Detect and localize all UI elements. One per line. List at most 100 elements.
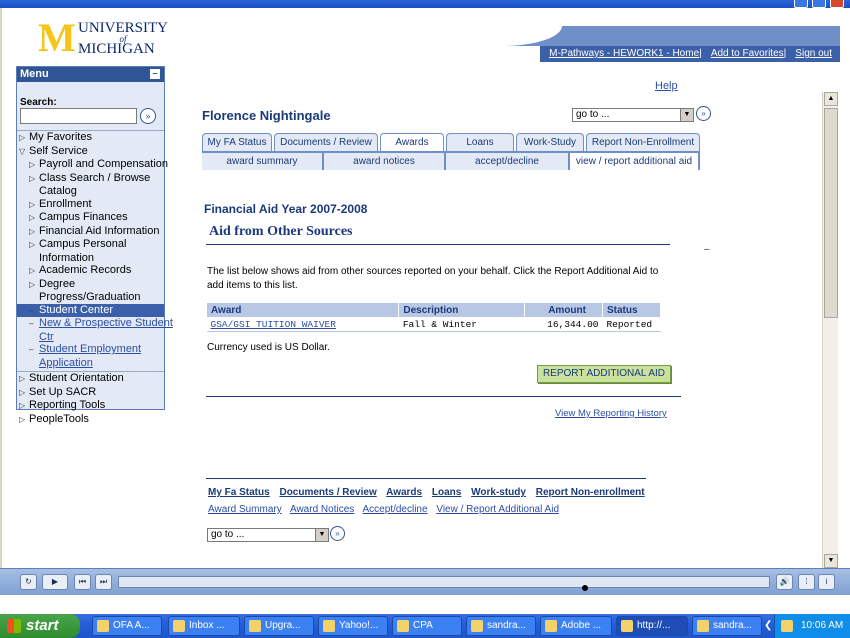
taskbar-item[interactable]: Upgra... xyxy=(244,616,314,636)
taskbar-item[interactable]: sandra... xyxy=(466,616,536,636)
menu-item-payroll[interactable]: ▷ Payroll and Compensation xyxy=(17,158,168,172)
goto-select[interactable]: go to ... ▼ xyxy=(572,108,694,122)
footer-link-accept-decline[interactable]: Accept/decline xyxy=(363,504,428,515)
tab-report-non-enrollment[interactable]: Report Non-Enrollment xyxy=(586,133,700,151)
scroll-up-icon[interactable]: ▲ xyxy=(824,92,838,106)
close-button[interactable] xyxy=(830,0,844,8)
taskbar-item[interactable]: Yahoo!... xyxy=(318,616,388,636)
menu-item-class-search-cont[interactable]: Catalog xyxy=(17,185,164,198)
mail-icon xyxy=(173,620,185,632)
subtab-award-notices[interactable]: award notices xyxy=(324,153,446,170)
taskbar: start OFA A... Inbox ... Upgra... Yahoo!… xyxy=(0,614,850,638)
tab-documents-review[interactable]: Documents / Review xyxy=(274,133,378,151)
taskbar-item[interactable]: CPA xyxy=(392,616,462,636)
vertical-scrollbar[interactable]: ▲ ▼ xyxy=(822,92,838,568)
menu-item-enrollment[interactable]: ▷ Enrollment xyxy=(17,198,164,212)
expand-arrow-icon: ▷ xyxy=(29,213,36,222)
footer-link-award-notices[interactable]: Award Notices xyxy=(290,504,354,515)
minimize-button[interactable] xyxy=(794,0,808,8)
tray-icon[interactable] xyxy=(781,620,793,632)
report-additional-aid-button[interactable]: REPORT ADDITIONAL AID xyxy=(537,365,671,383)
currency-note: Currency used is US Dollar. xyxy=(207,342,330,353)
media-seek-thumb[interactable] xyxy=(582,585,588,591)
document-icon xyxy=(323,620,335,632)
menu-item-degree-cont[interactable]: Progress/Graduation xyxy=(17,291,164,304)
menu-item-class-search[interactable]: ▷ Class Search / Browse xyxy=(17,172,164,186)
taskbar-item[interactable]: Adobe ... xyxy=(540,616,612,636)
footer-link-work-study[interactable]: Work-study xyxy=(471,487,526,498)
search-label: Search: xyxy=(20,97,57,108)
footer-link-loans[interactable]: Loans xyxy=(432,487,461,498)
collapse-icon[interactable]: – xyxy=(150,69,160,79)
volume-icon[interactable]: 🔊 xyxy=(776,574,793,590)
menu-item-student-center[interactable]: – Student Center xyxy=(17,303,164,317)
previous-icon[interactable]: ⏮ xyxy=(74,574,91,590)
menu-item-academic-records[interactable]: ▷ Academic Records xyxy=(17,264,164,278)
col-description: Description xyxy=(398,302,526,318)
taskbar-item-active[interactable]: http://... xyxy=(616,616,688,636)
menu-item-student-orientation[interactable]: ▷ Student Orientation xyxy=(17,372,164,386)
section-title: Aid from Other Sources xyxy=(209,224,353,239)
menu-item-campus-personal[interactable]: ▷ Campus Personal xyxy=(17,238,164,252)
footer-link-documents[interactable]: Documents / Review xyxy=(279,487,376,498)
tab-work-study[interactable]: Work-Study xyxy=(516,133,584,151)
start-button[interactable]: start xyxy=(0,614,80,638)
menu-item-student-employment[interactable]: – Student Employment xyxy=(17,343,164,357)
menu-item-degree[interactable]: ▷ Degree xyxy=(17,278,164,292)
cell-status: Reported xyxy=(602,317,661,332)
add-to-favorites-link[interactable]: Add to Favorites xyxy=(711,48,784,59)
goto-go-icon[interactable]: » xyxy=(696,106,711,121)
university-logo[interactable]: M UNIVERSITY of MICHIGAN xyxy=(16,18,182,64)
reporting-history-link[interactable]: View My Reporting History xyxy=(555,408,667,419)
taskbar-item[interactable]: sandra... xyxy=(692,616,762,636)
divider xyxy=(206,396,681,397)
search-go-icon[interactable]: » xyxy=(140,108,156,124)
intro-text: The list below shows aid from other sour… xyxy=(207,266,659,291)
subtab-accept-decline[interactable]: accept/decline xyxy=(446,153,570,170)
sign-out-link[interactable]: Sign out xyxy=(795,48,832,59)
menu-item-new-prospective-cont[interactable]: Ctr xyxy=(17,331,164,344)
help-link[interactable]: Help xyxy=(655,80,678,92)
next-icon[interactable]: ⏭ xyxy=(95,574,112,590)
menu-item-new-prospective[interactable]: – New & Prospective Student xyxy=(17,317,173,331)
goto-go-icon[interactable]: » xyxy=(330,526,345,541)
footer-link-view-report[interactable]: View / Report Additional Aid xyxy=(436,504,559,515)
taskbar-item[interactable]: OFA A... xyxy=(92,616,162,636)
menu-item-peopletools[interactable]: ▷ PeopleTools xyxy=(17,413,164,427)
scroll-thumb[interactable] xyxy=(824,108,838,318)
play-icon[interactable]: ▶ xyxy=(42,574,68,590)
expand-arrow-icon: ▷ xyxy=(19,401,26,410)
goto-select-bottom[interactable]: go to ... ▼ xyxy=(207,528,329,542)
footer-link-fa-status[interactable]: My Fa Status xyxy=(208,487,270,498)
refresh-icon[interactable]: ↻ xyxy=(20,574,37,590)
scroll-down-icon[interactable]: ▼ xyxy=(824,554,838,568)
collapse-arrow-icon: ▽ xyxy=(19,146,26,156)
taskbar-item[interactable]: Inbox ... xyxy=(168,616,240,636)
tab-awards[interactable]: Awards xyxy=(380,133,444,151)
menu-item-my-favorites[interactable]: ▷ My Favorites xyxy=(17,131,164,145)
info-icon[interactable]: i xyxy=(818,574,835,590)
menu-item-setup-sacr[interactable]: ▷ Set Up SACR xyxy=(17,386,164,400)
award-link[interactable]: GSA/GSI TUITION WAIVER xyxy=(211,319,336,330)
menu-item-reporting-tools[interactable]: ▷ Reporting Tools xyxy=(17,399,164,413)
tab-my-fa-status[interactable]: My FA Status xyxy=(202,133,272,151)
maximize-button[interactable] xyxy=(812,0,826,8)
menu-item-student-employment-cont[interactable]: Application xyxy=(17,357,164,370)
menu-item-campus-finances[interactable]: ▷ Campus Finances xyxy=(17,211,164,225)
footer-nav-primary: My Fa Status Documents / Review Awards L… xyxy=(208,487,652,498)
footer-link-awards[interactable]: Awards xyxy=(386,487,422,498)
left-menu: Menu – Search: » ▷ My Favorites ▽ Self Ser… xyxy=(16,66,173,425)
subtab-award-summary[interactable]: award summary xyxy=(202,153,324,170)
footer-link-non-enrollment[interactable]: Report Non-enrollment xyxy=(536,487,645,498)
menu-item-financial-aid[interactable]: ▷ Financial Aid Information xyxy=(17,225,164,239)
expand-arrow-icon: ▷ xyxy=(29,199,36,209)
menu-search-input[interactable] xyxy=(20,108,137,124)
subtab-view-report-aid[interactable]: view / report additional aid xyxy=(570,153,700,170)
menu-item-campus-personal-cont[interactable]: Information xyxy=(17,252,164,265)
home-link[interactable]: M-Pathways - HEWORK1 - Home xyxy=(549,48,699,59)
menu-icon[interactable]: ⁞ xyxy=(798,574,815,590)
media-seek-track[interactable] xyxy=(118,576,770,588)
menu-item-self-service[interactable]: ▽ Self Service xyxy=(17,145,164,159)
tab-loans[interactable]: Loans xyxy=(446,133,514,151)
footer-link-award-summary[interactable]: Award Summary xyxy=(208,504,282,515)
